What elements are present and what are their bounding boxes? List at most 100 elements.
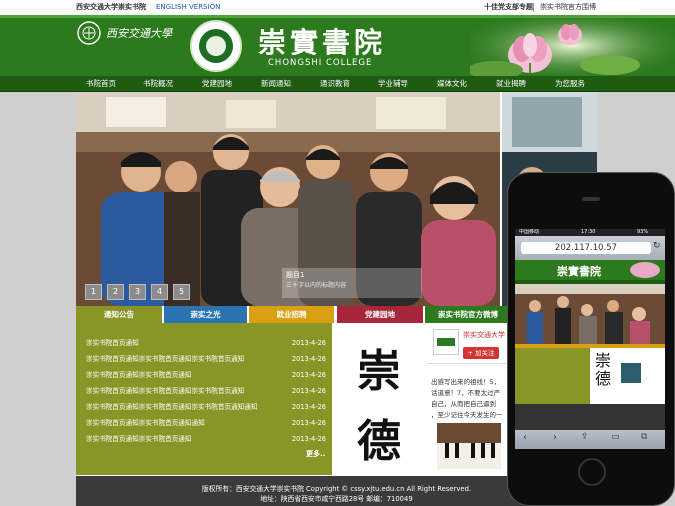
browser-toolbar: ‹ › ⇪ ▭ ⧉ bbox=[515, 430, 665, 449]
nav-item-home[interactable]: 书院首页 bbox=[86, 76, 116, 92]
nav-item-media[interactable]: 媒体文化 bbox=[437, 76, 467, 92]
reload-icon[interactable]: ↻ bbox=[653, 241, 661, 251]
news-date: 2013-4-26 bbox=[291, 355, 326, 363]
weibo-text-3: 自己，从而把自己逼到 bbox=[431, 400, 496, 408]
tab-chongshi-light[interactable]: 崇实之光 bbox=[164, 306, 247, 323]
calligraphy-char-1: 崇 bbox=[357, 346, 401, 397]
nav-item-overview[interactable]: 书院概况 bbox=[143, 76, 173, 92]
mini-calligraphy: 崇 德 bbox=[595, 352, 611, 388]
news-date: 2013-4-26 bbox=[291, 371, 326, 379]
tab-notices[interactable]: 通知公告 bbox=[76, 306, 162, 323]
weibo-account-name[interactable]: 崇实交通大学 bbox=[463, 330, 505, 340]
piano-image[interactable] bbox=[437, 423, 501, 469]
college-title-english: CHONGSHI COLLEGE bbox=[268, 58, 373, 68]
list-item[interactable]: 崇实书院首页通知崇实书院首页通知崇实书院首页通知 2013-4-26 bbox=[86, 353, 326, 365]
news-date: 2013-4-26 bbox=[291, 435, 326, 443]
mini-footer bbox=[515, 404, 665, 430]
seal-center bbox=[206, 36, 226, 56]
slider-page-2[interactable]: 2 bbox=[107, 284, 124, 300]
tab-official-weibo[interactable]: 崇实书院官方微博 bbox=[425, 306, 511, 323]
calligraphy-panel[interactable]: 崇 德 bbox=[335, 323, 423, 475]
news-title: 崇实书院首页通知 bbox=[86, 339, 139, 347]
mini-slider-image bbox=[515, 284, 665, 344]
phone-status-bar: 中国移动 17:30 93% bbox=[515, 229, 665, 236]
weibo-panel: 崇实交通大学 + 加关注 出感写出来的祖线！5， 话道意！7，不要太过严 自己，… bbox=[427, 323, 512, 475]
carrier-text: 中国移动 bbox=[519, 229, 540, 235]
school-link[interactable]: 西安交通大学崇实书院 bbox=[76, 0, 146, 15]
college-seal-logo[interactable] bbox=[190, 20, 242, 72]
list-item[interactable]: 崇实书院首页通知崇实书院首页通知 2013-4-26 bbox=[86, 369, 326, 381]
follow-button[interactable]: + 加关注 bbox=[463, 347, 499, 359]
back-icon[interactable]: ‹ bbox=[523, 432, 527, 443]
nav-item-tutoring[interactable]: 学业辅导 bbox=[378, 76, 408, 92]
battery-text: 93% bbox=[637, 229, 649, 235]
mini-calligraphy-char-2: 德 bbox=[595, 369, 612, 388]
weibo-text-2: 话道意！7，不要太过严 bbox=[431, 389, 501, 397]
slider-caption-subtitle: 三十字以内的标题内容 bbox=[286, 282, 347, 289]
tab-employment[interactable]: 就业招聘 bbox=[249, 306, 334, 323]
list-item[interactable]: 崇实书院首页通知崇实书院首页通知崇实书院首页通知 2013-4-26 bbox=[86, 385, 326, 397]
university-emblem-icon bbox=[77, 21, 101, 45]
official-weibo-link[interactable]: 崇实书院官方围博 bbox=[540, 0, 596, 15]
slider-caption-title: 题目1 bbox=[286, 271, 305, 279]
news-date: 2013-4-26 bbox=[291, 419, 326, 427]
slider-page-3[interactable]: 3 bbox=[129, 284, 146, 300]
site-header: 西安交通大學 崇實書院 CHONGSHI COLLEGE bbox=[0, 15, 675, 76]
more-link[interactable]: 更多.. bbox=[306, 449, 325, 459]
weibo-text-1: 出感写出来的祖线！5， bbox=[431, 378, 501, 386]
tabs-icon[interactable]: ⧉ bbox=[641, 432, 647, 442]
phone-screen: 中国移动 17:30 93% 202.117.10.57 ↻ 崇實書院 崇 德 … bbox=[515, 229, 665, 449]
url-input[interactable]: 202.117.10.57 bbox=[521, 242, 651, 254]
news-title: 崇实书院首页通知崇实书院首页通知崇实书院首页通知 bbox=[86, 387, 245, 395]
news-title: 崇实书院首页通知崇实书院首页通知通知 bbox=[86, 419, 205, 427]
bookmarks-icon[interactable]: ▭ bbox=[611, 432, 620, 442]
news-date: 2013-4-26 bbox=[291, 403, 326, 411]
phone-speaker bbox=[582, 197, 600, 201]
list-item[interactable]: 崇实书院首页通知 2013-4-26 bbox=[86, 337, 326, 349]
list-item[interactable]: 崇实书院首页通知崇实书院首页通知通知 2013-4-26 bbox=[86, 417, 326, 429]
news-title: 崇实书院首页通知崇实书院首页通知 bbox=[86, 371, 192, 379]
news-date: 2013-4-26 bbox=[291, 339, 326, 347]
university-logo[interactable]: 西安交通大學 bbox=[76, 19, 176, 47]
nav-item-services[interactable]: 为您服务 bbox=[555, 76, 585, 92]
special-topic-link[interactable]: 十佳党支部专题 bbox=[484, 0, 533, 15]
weibo-text-4: ，至少记住今天发生的一 bbox=[431, 411, 503, 419]
mini-news-list bbox=[515, 348, 590, 404]
notice-list: 崇实书院首页通知 2013-4-26 崇实书院首页通知崇实书院首页通知崇实书院首页… bbox=[76, 323, 332, 475]
nav-item-general-education[interactable]: 通识教育 bbox=[320, 76, 350, 92]
weibo-avatar[interactable] bbox=[433, 329, 459, 355]
main-navigation: 书院首页 书院概况 党建园地 新闻通知 通识教育 学业辅导 媒体文化 就业揭聘 … bbox=[0, 76, 675, 92]
english-version-link[interactable]: ENGLISH VERSION bbox=[156, 0, 220, 15]
slider-page-1[interactable]: 1 bbox=[85, 284, 102, 300]
college-title-chinese: 崇實書院 bbox=[258, 26, 387, 59]
list-item[interactable]: 崇实书院首页通知崇实书院首页通知崇实书院首页通知通知 2013-4-26 bbox=[86, 401, 326, 413]
news-title: 崇实书院首页通知崇实书院首页通知崇实书院首页通知通知 bbox=[86, 403, 258, 411]
news-title: 崇实书院首页通知崇实书院首页通知 bbox=[86, 435, 192, 443]
nav-item-news[interactable]: 新闻通知 bbox=[261, 76, 291, 92]
slider-caption: 题目1 三十字以内的标题内容 bbox=[282, 268, 422, 298]
slider-page-5[interactable]: 5 bbox=[173, 284, 190, 300]
lotus-decoration-image bbox=[470, 15, 675, 76]
mini-site-header: 崇實書院 bbox=[515, 260, 665, 280]
phone-home-button bbox=[578, 458, 606, 486]
mini-thumbnail bbox=[621, 363, 641, 383]
divider bbox=[427, 363, 512, 364]
browser-address-bar: 202.117.10.57 ↻ bbox=[515, 236, 665, 260]
news-title: 崇实书院首页通知崇实书院首页通知崇实书院首页通知 bbox=[86, 355, 245, 363]
nav-item-party[interactable]: 党建园地 bbox=[202, 76, 232, 92]
divider bbox=[533, 3, 534, 12]
forward-icon[interactable]: › bbox=[553, 432, 557, 443]
mini-calligraphy-char-1: 崇 bbox=[595, 351, 612, 370]
top-utility-bar: 西安交通大学崇实书院 ENGLISH VERSION 十佳党支部专题 崇实书院官… bbox=[0, 0, 675, 15]
mini-site-title: 崇實書院 bbox=[557, 265, 601, 278]
slider-page-4[interactable]: 4 bbox=[151, 284, 168, 300]
tab-party[interactable]: 党建园地 bbox=[337, 306, 423, 323]
share-icon[interactable]: ⇪ bbox=[581, 432, 589, 442]
university-name: 西安交通大學 bbox=[106, 27, 172, 40]
calligraphy-char-2: 德 bbox=[357, 416, 401, 467]
mini-lotus-image bbox=[630, 262, 660, 278]
time-text: 17:30 bbox=[581, 229, 596, 235]
nav-item-employment[interactable]: 就业揭聘 bbox=[496, 76, 526, 92]
list-item[interactable]: 崇实书院首页通知崇实书院首页通知 2013-4-26 bbox=[86, 433, 326, 445]
news-date: 2013-4-26 bbox=[291, 387, 326, 395]
